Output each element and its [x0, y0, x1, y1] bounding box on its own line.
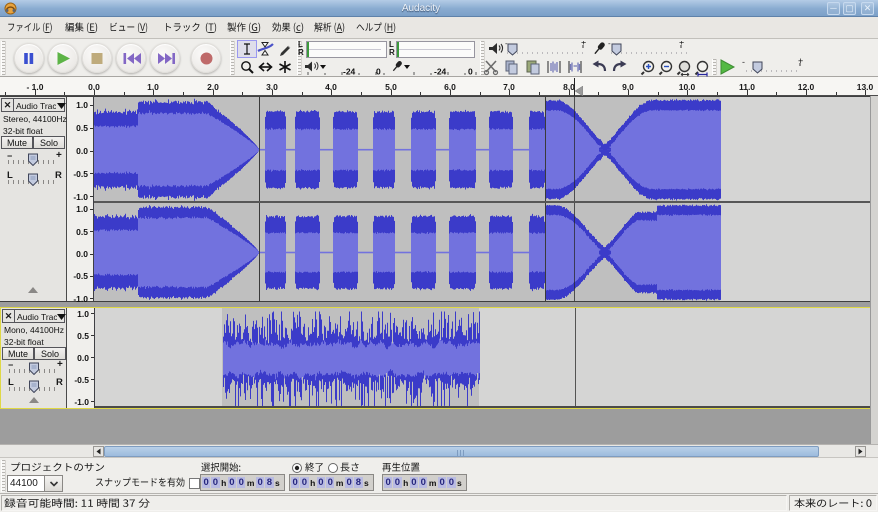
svg-text:-: -: [742, 58, 745, 67]
svg-text:0: 0: [468, 67, 473, 77]
svg-text:+: +: [581, 41, 586, 48]
svg-text:+: +: [798, 58, 803, 66]
svg-text:0: 0: [376, 67, 381, 77]
svg-text:+: +: [679, 41, 684, 48]
svg-text:-: -: [608, 41, 611, 48]
svg-text:-24: -24: [343, 67, 356, 77]
svg-text:-24: -24: [434, 67, 447, 77]
